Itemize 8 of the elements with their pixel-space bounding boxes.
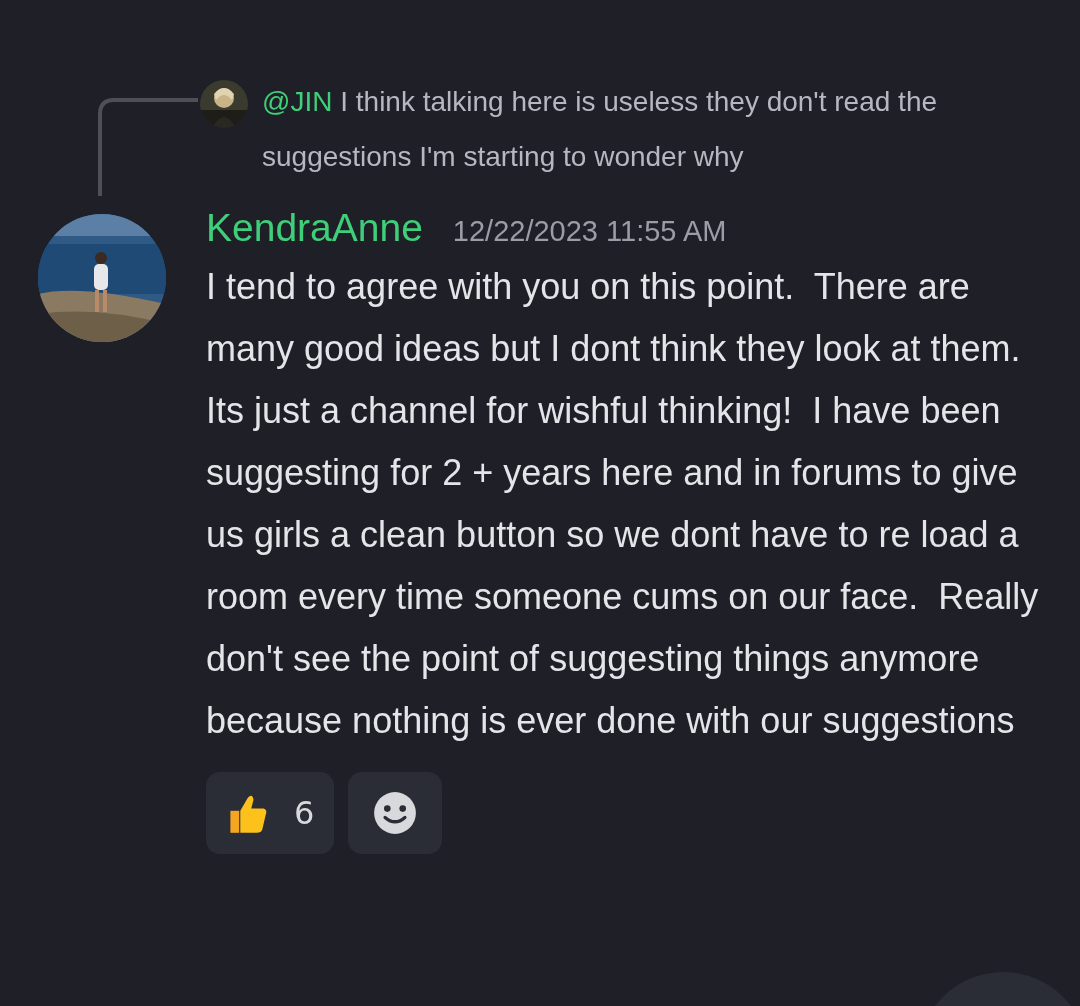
mention-link[interactable]: @JIN xyxy=(262,86,333,117)
reply-preview-text: @JIN I think talking here is useless they don't read the suggestions I'm starting to wonder why xyxy=(262,85,939,174)
reaction-button[interactable]: 6 xyxy=(206,772,335,854)
smiley-icon xyxy=(373,791,418,835)
username[interactable]: KendraAnne xyxy=(206,206,423,250)
add-reaction-button[interactable] xyxy=(348,772,443,854)
message-text: I tend to agree with you on this point. There are many good ideas but I dont think they look at them. Its just a channel for wishful thinking! I have been suggesting for 2 + years here and in forums to give us girls a clean button so we dont have to re load a room every time someone cums on our face. Really don't see the point of suggesting things anymore because nothing is ever done with our suggestions xyxy=(206,265,1040,743)
timestamp: 12/22/2023 11:55 AM xyxy=(452,215,727,248)
